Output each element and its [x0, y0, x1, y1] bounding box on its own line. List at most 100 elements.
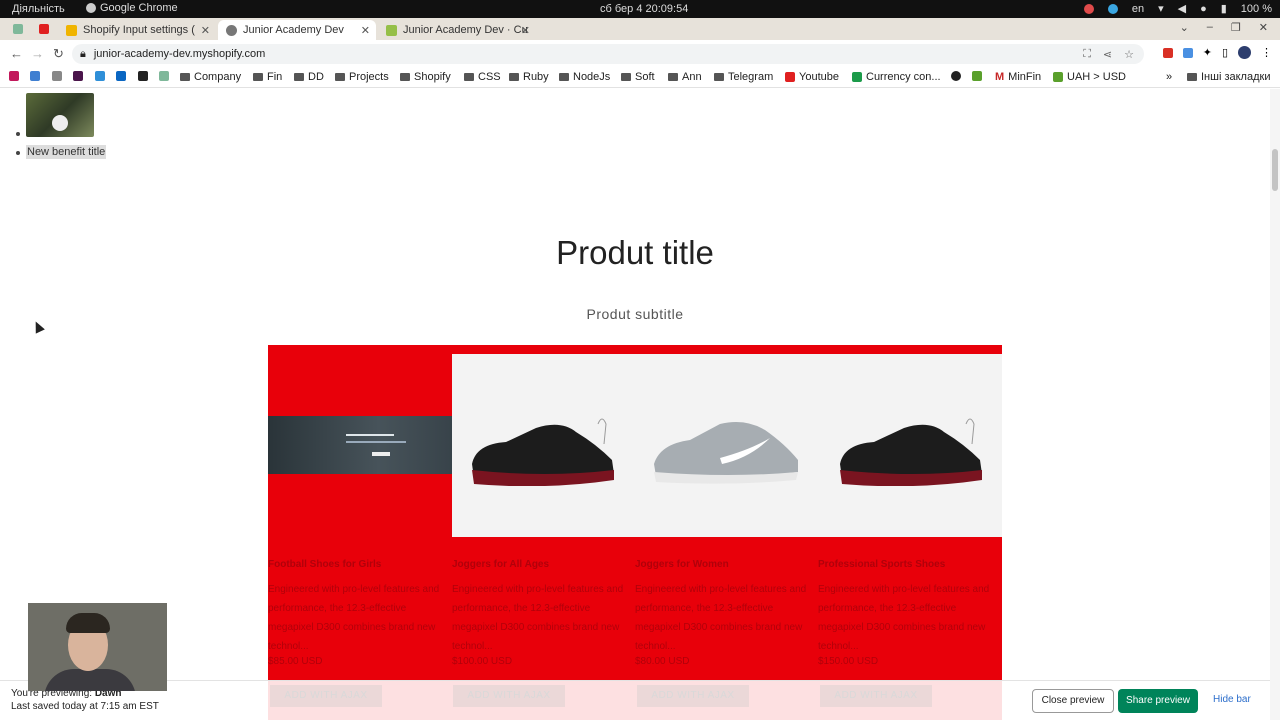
youtube-pinned-icon[interactable] [39, 24, 49, 34]
menu-icon[interactable]: ⋮ [1261, 46, 1272, 59]
card-price: $85.00 USD [268, 656, 323, 667]
bookmark-soft[interactable]: Soft [621, 71, 655, 83]
shoe-image-2[interactable] [650, 414, 800, 486]
tab-search-icon[interactable] [13, 24, 23, 34]
bookmark-icon-5[interactable] [95, 71, 105, 81]
product-card[interactable]: Professional Sports Shoes Engineered wit… [818, 559, 1001, 667]
close-tab-icon[interactable]: ✕ [361, 24, 370, 37]
product-card[interactable]: Joggers for Women Engineered with pro-le… [635, 559, 818, 667]
bookmark-nodejs[interactable]: NodeJs [559, 71, 610, 83]
bookmark-icon-2[interactable] [30, 71, 40, 81]
language-indicator: en [1131, 2, 1145, 15]
linkedin-icon [116, 71, 126, 81]
close-preview-button[interactable]: Close preview [1032, 689, 1114, 713]
bookmark-other[interactable]: Інші закладки [1187, 71, 1270, 83]
tab-list-icon[interactable]: ⌄ [1180, 21, 1189, 34]
forward-icon[interactable]: → [31, 46, 44, 61]
add-with-ajax-button[interactable]: ADD WITH AJAX [820, 685, 932, 707]
app-icon [138, 71, 148, 81]
bookmark-icon-6[interactable] [116, 71, 126, 81]
bookmark-star-icon[interactable]: ☆ [1124, 48, 1134, 61]
lock-icon[interactable]: 🔒︎ [80, 48, 86, 61]
product-card[interactable]: Joggers for All Ages Engineered with pro… [452, 559, 635, 667]
page-scrollbar[interactable] [1270, 89, 1280, 720]
card-title[interactable]: Football Shoes for Girls [268, 559, 451, 570]
bookmark-label: Інші закладки [1201, 71, 1271, 83]
bookmark-label: Fin [267, 71, 283, 83]
bookmark-label: Soft [635, 71, 655, 83]
bookmark-icon-4[interactable] [73, 71, 83, 81]
bookmark-css[interactable]: CSS [464, 71, 501, 83]
system-tray[interactable]: en ▾ ◀ ● ▮ 100 % [1083, 2, 1272, 15]
hide-bar-link[interactable]: Hide bar [1213, 694, 1251, 705]
tab-junior-academy-dev[interactable]: Junior Academy Dev ✕ [218, 20, 376, 40]
bookmark-company[interactable]: Company [180, 71, 241, 83]
app-icon [30, 71, 40, 81]
translate-icon[interactable]: ⛶ [1083, 48, 1091, 61]
card-description: Engineered with pro-level features and p… [818, 584, 990, 652]
share-preview-button[interactable]: Share preview [1118, 689, 1198, 713]
folder-icon [294, 73, 304, 81]
card-title[interactable]: Joggers for Women [635, 559, 818, 570]
shoe-image-1[interactable] [466, 414, 616, 486]
extensions-icon[interactable]: ✦ [1203, 46, 1212, 59]
vue-devtools-icon[interactable] [1182, 47, 1193, 58]
folder-icon [509, 73, 519, 81]
gmail-icon[interactable] [1162, 47, 1173, 58]
add-with-ajax-button[interactable]: ADD WITH AJAX [270, 685, 382, 707]
shoe-image-3[interactable] [834, 414, 984, 486]
bookmark-icon-7[interactable] [138, 71, 148, 81]
more-bookmarks-icon[interactable]: » [1166, 71, 1172, 83]
card-title[interactable]: Professional Sports Shoes [818, 559, 1001, 570]
address-bar[interactable]: 🔒︎ junior-academy-dev.myshopify.com ⛶ ⋖ … [72, 44, 1144, 64]
profile-avatar[interactable] [1238, 46, 1251, 59]
bookmark-label: Youtube [799, 71, 839, 83]
folder-icon [714, 73, 724, 81]
back-icon[interactable]: ← [10, 46, 23, 61]
close-window-icon[interactable]: ✕ [1259, 21, 1268, 34]
card-description: Engineered with pro-level features and p… [268, 584, 440, 652]
bookmark-telegram[interactable]: Telegram [714, 71, 773, 83]
side-panel-icon[interactable]: ▯ [1222, 46, 1228, 59]
bookmark-icon-10[interactable] [972, 71, 982, 81]
reload-icon[interactable]: ↻ [53, 46, 64, 62]
bookmark-ruby[interactable]: Ruby [509, 71, 549, 83]
share-icon[interactable]: ⋖ [1103, 48, 1112, 61]
store-page: New benefit title Produt title Produt su… [0, 89, 1270, 720]
bookmark-currency[interactable]: Currency con... [852, 71, 941, 83]
restore-icon[interactable]: ❐ [1231, 21, 1241, 34]
bookmark-icon-3[interactable] [52, 71, 62, 81]
bookmark-minfin[interactable]: M MinFin [995, 71, 1041, 83]
bullet [16, 151, 20, 155]
product-title: Produt title [556, 234, 714, 271]
bookmark-icon-9[interactable] [951, 71, 961, 81]
active-app[interactable]: Google Chrome [86, 2, 178, 14]
person-shirt [44, 669, 136, 691]
bookmark-icon-8[interactable] [159, 71, 169, 81]
activities-button[interactable]: Діяльність [12, 3, 65, 15]
bookmark-label: DD [308, 71, 324, 83]
add-with-ajax-button[interactable]: ADD WITH AJAX [637, 685, 749, 707]
volume-icon: ◀ [1177, 3, 1187, 15]
bookmark-projects[interactable]: Projects [335, 71, 389, 83]
bookmark-icon-1[interactable] [9, 71, 19, 81]
bookmark-shopify[interactable]: Shopify [400, 71, 451, 83]
clock[interactable]: сб бер 4 20:09:54 [600, 3, 688, 15]
bookmark-fin[interactable]: Fin [253, 71, 282, 83]
add-with-ajax-button[interactable]: ADD WITH AJAX [453, 685, 565, 707]
minimize-icon[interactable]: – [1207, 21, 1213, 34]
bookmark-youtube[interactable]: Youtube [785, 71, 839, 83]
card-price: $80.00 USD [635, 656, 690, 667]
bookmark-ann[interactable]: Ann [668, 71, 702, 83]
product-card[interactable]: Football Shoes for Girls Engineered with… [268, 559, 451, 667]
battery-level: 100 % [1240, 2, 1272, 15]
tab-shopify-settings[interactable]: Shopify Input settings ( ✕ [58, 20, 216, 40]
tab-junior-academy-customize[interactable]: Junior Academy Dev · Cu ✕ [378, 20, 536, 40]
banner-image[interactable] [268, 416, 452, 474]
bookmark-uah-usd[interactable]: UAH > USD [1053, 71, 1126, 83]
card-title[interactable]: Joggers for All Ages [452, 559, 635, 570]
bookmark-dd[interactable]: DD [294, 71, 324, 83]
close-tab-icon[interactable]: ✕ [201, 24, 210, 37]
close-tab-icon[interactable]: ✕ [521, 24, 530, 37]
scroll-thumb[interactable] [1272, 149, 1278, 191]
